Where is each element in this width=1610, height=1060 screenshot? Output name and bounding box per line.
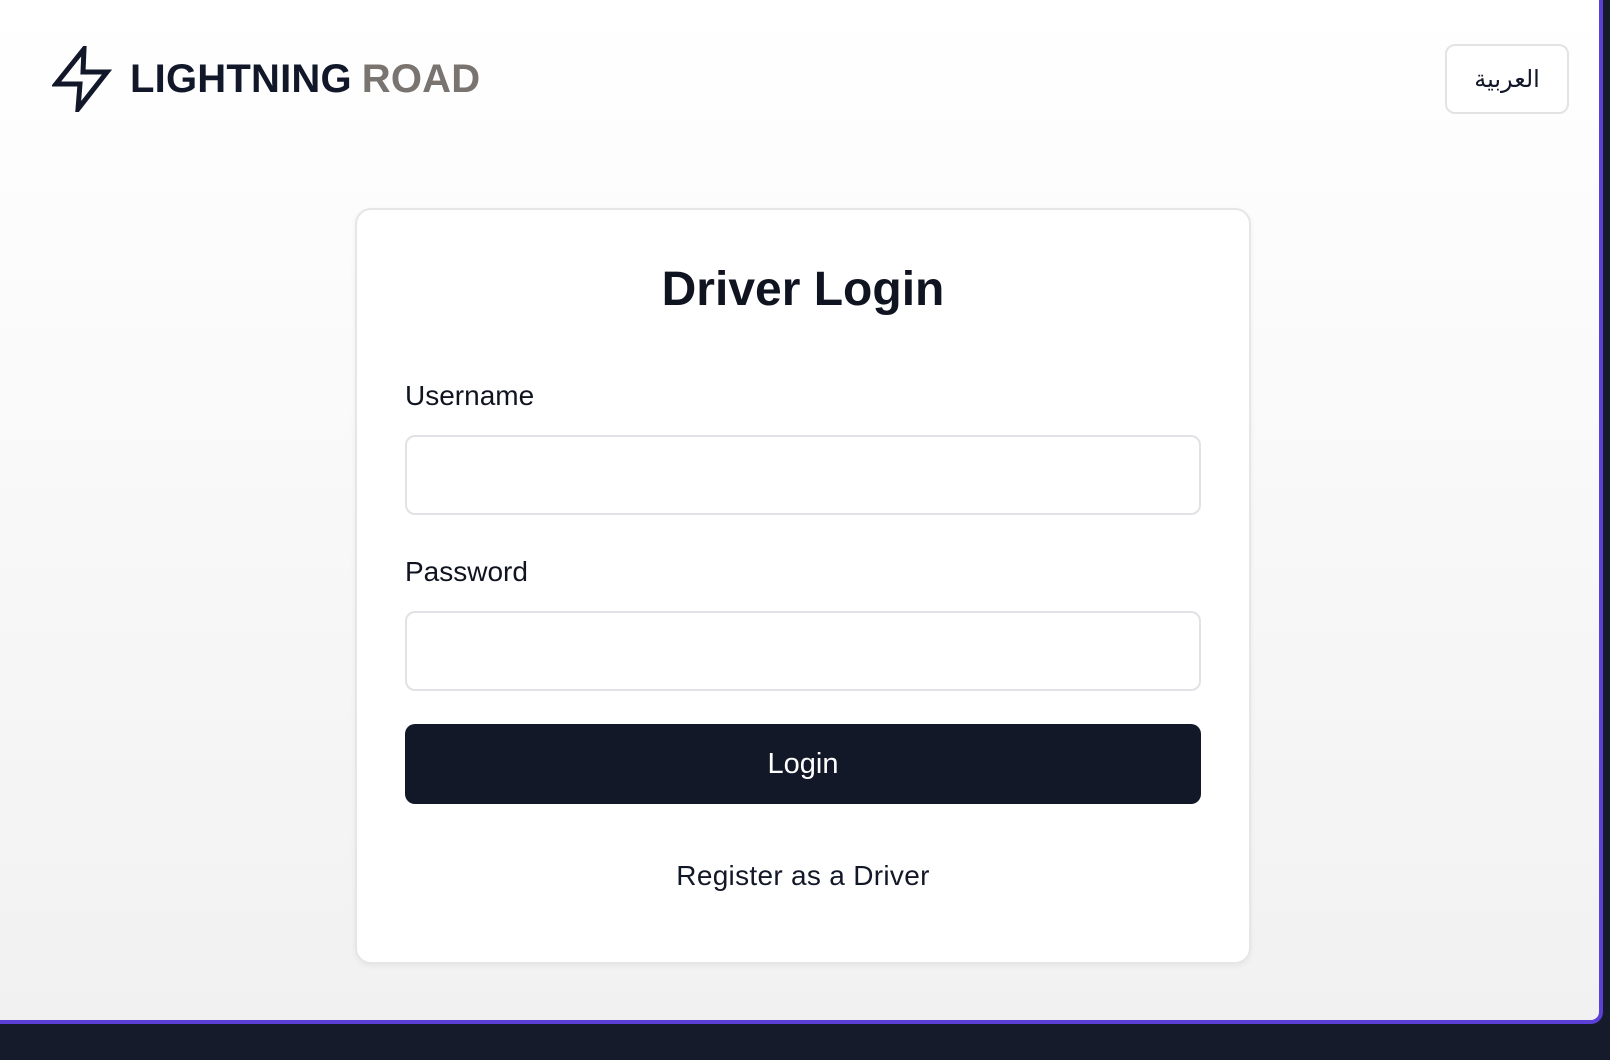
password-label: Password <box>405 556 528 587</box>
username-input[interactable] <box>405 435 1201 515</box>
brand-name-primary: LIGHTNING <box>130 57 352 101</box>
password-input[interactable] <box>405 611 1201 691</box>
username-label: Username <box>405 380 535 411</box>
language-toggle-button[interactable]: العربية <box>1445 44 1569 114</box>
login-card: Driver Login Username Password Login Reg… <box>355 208 1251 964</box>
brand-logo[interactable]: LIGHTNING ROAD <box>52 46 480 112</box>
register-driver-link[interactable]: Register as a Driver <box>357 860 1249 892</box>
page-title: Driver Login <box>661 263 945 316</box>
login-button[interactable]: Login <box>405 724 1201 804</box>
app-window: LIGHTNING ROAD العربية Driver Login Usern… <box>0 0 1603 1024</box>
top-header: LIGHTNING ROAD العربية <box>0 0 1599 160</box>
brand-name-secondary: ROAD <box>361 57 481 101</box>
lightning-bolt-icon <box>52 46 112 112</box>
brand-name: LIGHTNING ROAD <box>130 59 480 99</box>
